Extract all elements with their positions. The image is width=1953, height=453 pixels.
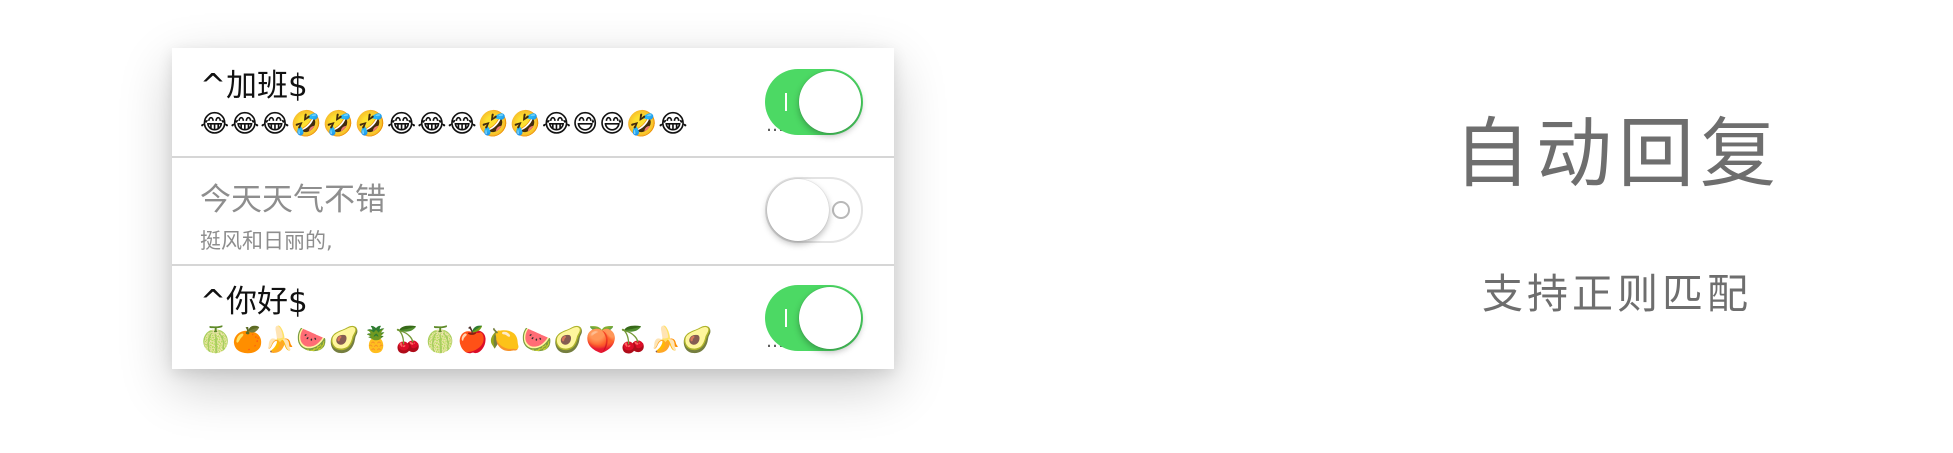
feature-subtitle: 支持正则匹配 <box>1482 270 1752 318</box>
toggle-on-indicator-icon <box>785 93 787 111</box>
rule-row[interactable]: ^你好$ 🍈🍊🍌🍉🥑🍍🍒🍈🍎🍋🍉🥑🍑🍒🍌🥑 … <box>172 264 894 372</box>
rule-reply: 挺风和日丽的, <box>200 229 333 253</box>
rule-pattern: ^你好$ <box>200 284 308 320</box>
rule-reply: 😂😂😂🤣🤣🤣😂😂😂🤣🤣😂😅😅🤣😂 <box>200 109 689 138</box>
auto-reply-rules-list: ^加班$ 😂😂😂🤣🤣🤣😂😂😂🤣🤣😂😅😅🤣😂 … 今天天气不错 挺风和日丽的, ^… <box>172 48 894 369</box>
rule-pattern: ^加班$ <box>200 68 308 104</box>
toggle-off-indicator-icon <box>832 201 850 219</box>
toggle-knob[interactable] <box>799 287 861 349</box>
toggle-on-indicator-icon <box>785 309 787 327</box>
rule-reply: 🍈🍊🍌🍉🥑🍍🍒🍈🍎🍋🍉🥑🍑🍒🍌🥑 <box>200 325 715 354</box>
rule-pattern: 今天天气不错 <box>200 182 386 218</box>
rule-enable-toggle[interactable] <box>765 69 863 135</box>
rule-row[interactable]: 今天天气不错 挺风和日丽的, <box>172 156 894 264</box>
feature-title: 自动回复 <box>1454 109 1782 198</box>
rule-enable-toggle[interactable] <box>765 177 863 243</box>
toggle-knob[interactable] <box>799 71 861 133</box>
toggle-knob[interactable] <box>767 179 829 241</box>
rule-row[interactable]: ^加班$ 😂😂😂🤣🤣🤣😂😂😂🤣🤣😂😅😅🤣😂 … <box>172 48 894 156</box>
rule-enable-toggle[interactable] <box>765 285 863 351</box>
